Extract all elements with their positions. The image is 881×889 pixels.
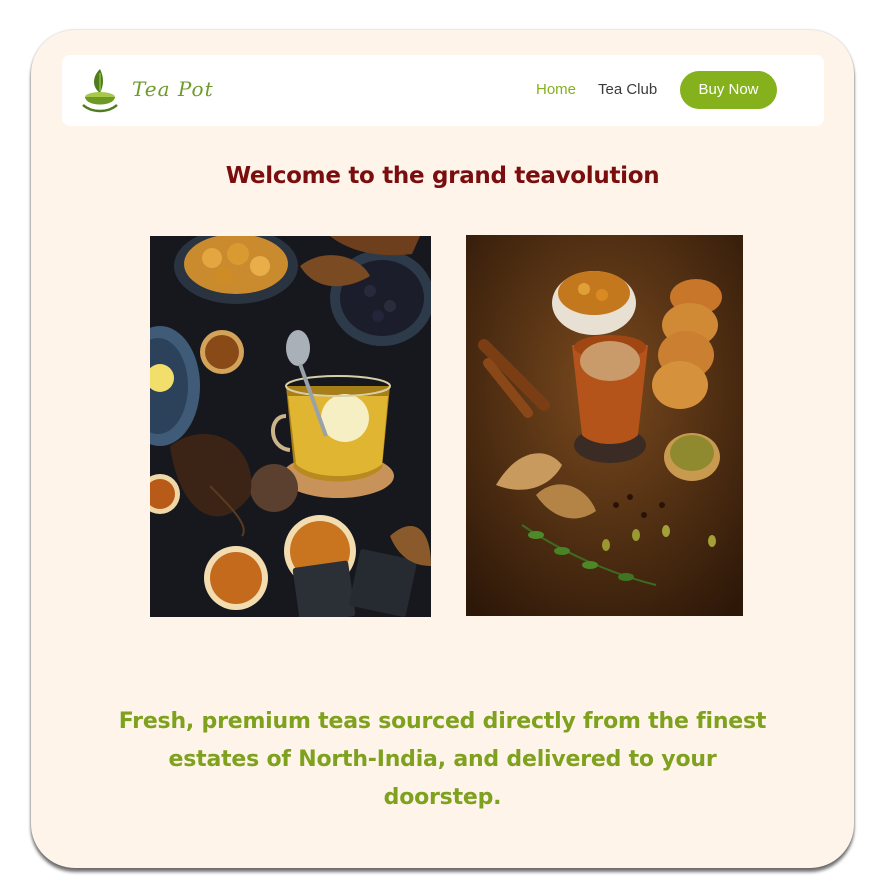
nav-link-home[interactable]: Home xyxy=(536,81,576,98)
teacup-leaf-icon[interactable] xyxy=(80,67,120,113)
buy-now-button[interactable]: Buy Now xyxy=(680,71,777,109)
lemon-tea-photo xyxy=(150,236,431,617)
nav-link-tea-club[interactable]: Tea Club xyxy=(598,81,657,98)
masala-chai-photo xyxy=(466,235,743,616)
page-card: Tea Pot Home Tea Club Buy Now Welcome to… xyxy=(31,30,854,868)
navbar: Tea Pot Home Tea Club Buy Now xyxy=(62,55,824,126)
page-headline: Welcome to the grand teavolution xyxy=(225,163,660,189)
brand-name[interactable]: Tea Pot xyxy=(132,77,214,101)
tagline: Fresh, premium teas sourced directly fro… xyxy=(118,709,767,810)
